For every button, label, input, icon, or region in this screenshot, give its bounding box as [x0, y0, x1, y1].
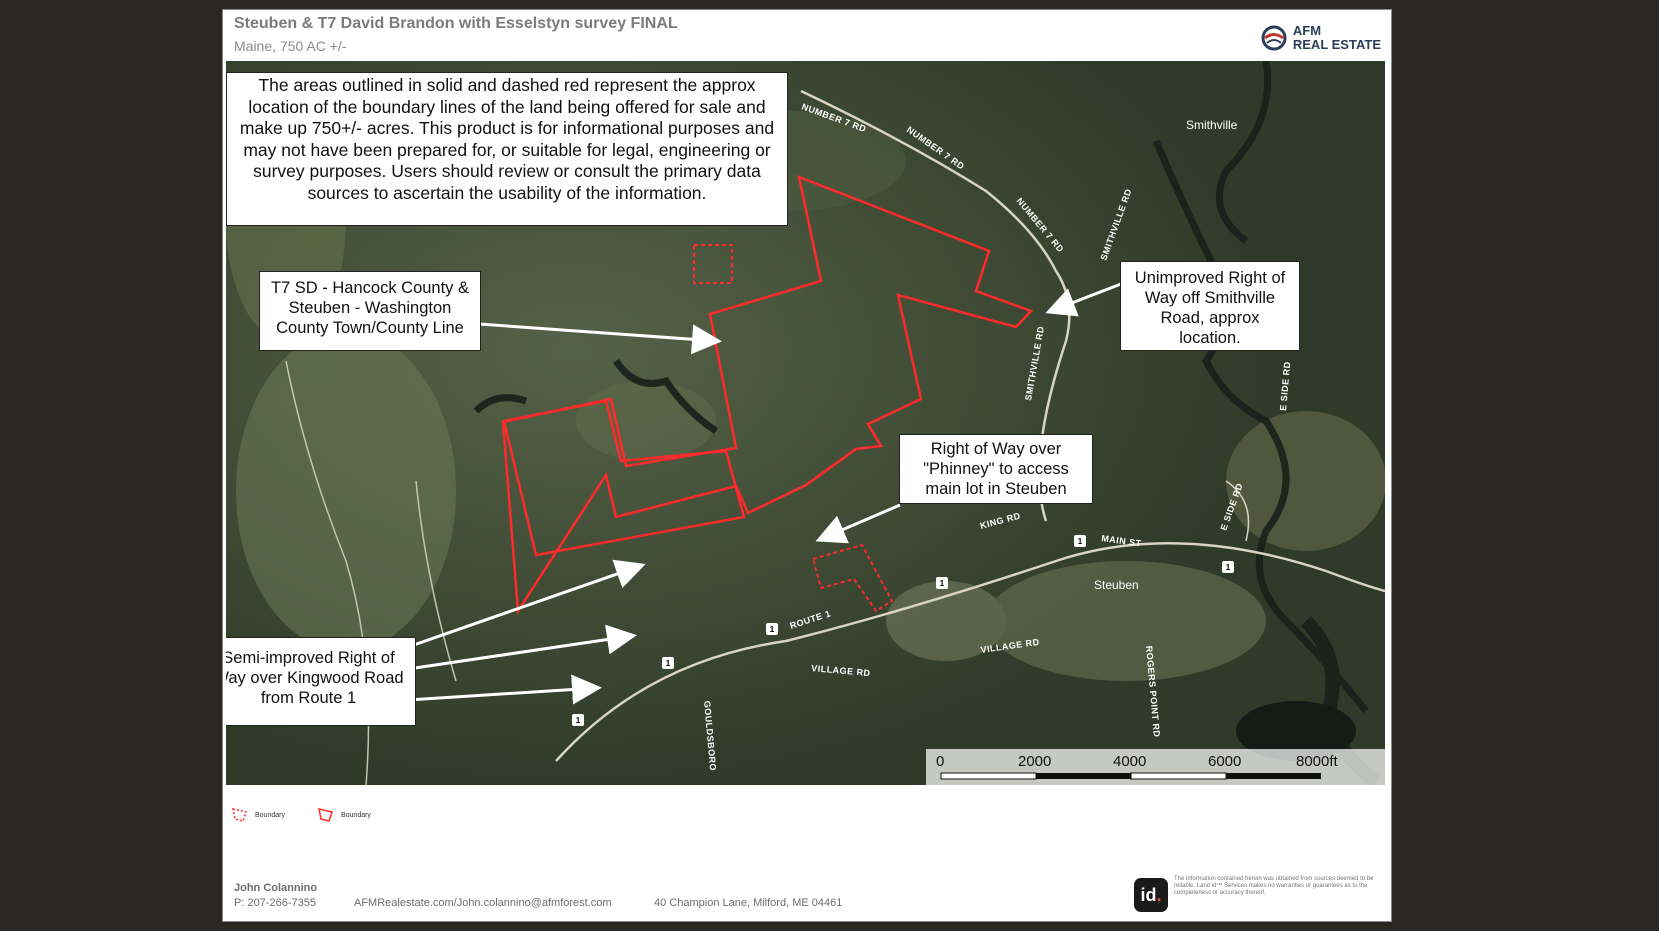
- route-shield: 1: [1222, 561, 1234, 573]
- svg-text:1: 1: [1226, 563, 1231, 572]
- landid-logo: id.: [1134, 878, 1168, 912]
- phinney-row-callout: Right of Way over "Phinney" to access ma…: [899, 434, 1093, 504]
- logo-line1: AFM: [1292, 23, 1322, 38]
- map-sheet: Steuben & T7 David Brandon with Esselsty…: [222, 9, 1392, 922]
- satellite-map[interactable]: NUMBER 7 RD NUMBER 7 RD NUMBER 7 RD SMIT…: [226, 61, 1385, 785]
- legend-item-dashed: Boundary: [231, 807, 285, 823]
- dashed-boundary-swatch-icon: [232, 808, 247, 822]
- route-shield: 1: [766, 623, 778, 635]
- kingwood-row-callout: Semi-improved Right of Way over Kingwood…: [226, 637, 416, 726]
- svg-text:1: 1: [940, 579, 945, 588]
- agent-website[interactable]: AFMRealestate.com/John.colannino@afmfore…: [354, 897, 612, 909]
- svg-text:1: 1: [666, 659, 671, 668]
- route-shield: 1: [572, 714, 584, 726]
- afm-globe-icon: [1261, 25, 1287, 51]
- legend-item-solid: Boundary: [317, 807, 371, 823]
- unimproved-row-callout: Unimproved Right of Way off Smithville R…: [1120, 261, 1300, 351]
- logo-line2: REAL ESTATE: [1292, 37, 1381, 52]
- legend-label: Boundary: [340, 811, 371, 819]
- route-shield: 1: [1074, 535, 1086, 547]
- town-smithville: Smithville: [1186, 118, 1238, 132]
- disclaimer-callout: The areas outlined in solid and dashed r…: [226, 72, 788, 226]
- route-shield: 1: [662, 657, 674, 669]
- town-steuben: Steuben: [1094, 578, 1139, 592]
- afm-logo: AFM REAL ESTATE: [1261, 24, 1381, 52]
- scale-ruler: [940, 772, 1321, 780]
- route-shield: 1: [936, 577, 948, 589]
- office-address: 40 Champion Lane, Milford, ME 04461: [654, 897, 843, 909]
- legend-label: Boundary: [255, 811, 285, 819]
- map-subtitle: Maine, 750 AC +/-: [234, 38, 347, 54]
- map-legend: Boundary Boundary: [231, 807, 371, 823]
- agent-phone: P: 207-266-7355: [234, 897, 316, 909]
- solid-boundary-swatch-icon: [318, 808, 333, 822]
- landid-disclaimer: The information contained herein was obt…: [1174, 876, 1374, 896]
- map-title: Steuben & T7 David Brandon with Esselsty…: [234, 15, 678, 32]
- svg-text:1: 1: [1078, 537, 1083, 546]
- scale-bar: 0 2000 4000 6000 8000ft: [926, 749, 1385, 785]
- agent-name: John Colannino: [234, 882, 318, 894]
- county-line-callout: T7 SD - Hancock County & Steuben - Washi…: [259, 271, 481, 351]
- svg-text:1: 1: [770, 625, 775, 634]
- svg-text:1: 1: [576, 716, 581, 725]
